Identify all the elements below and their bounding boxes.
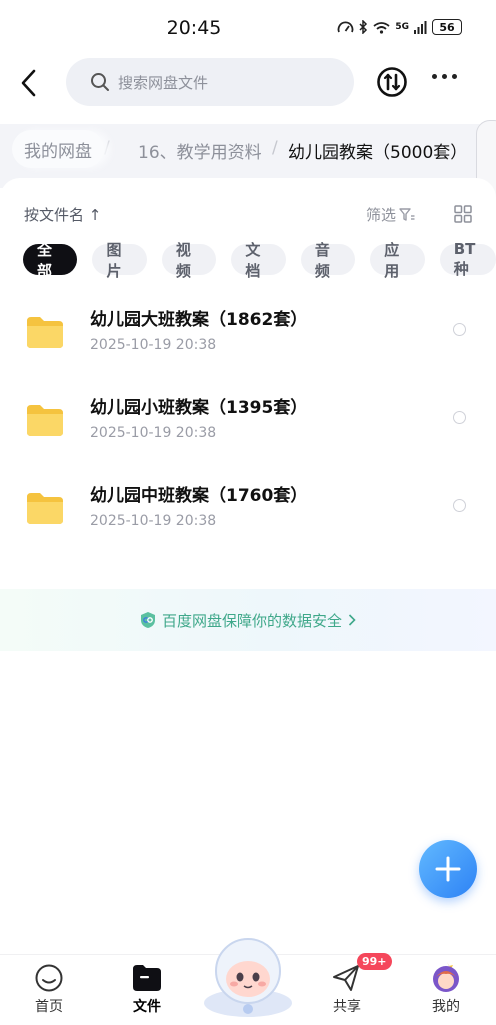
nav-home[interactable] (34, 963, 64, 997)
filter-label: 筛选 (366, 206, 397, 224)
search-input[interactable]: 搜索网盘文件 (66, 58, 354, 106)
more-dot (452, 74, 457, 79)
bluetooth-icon (359, 20, 368, 34)
chip-videos[interactable]: 视频 (161, 241, 217, 280)
more-dot (432, 74, 437, 79)
home-icon (35, 964, 63, 992)
file-row[interactable]: 幼儿园中班教案（1760套） 2025-10-19 20:38 (0, 469, 496, 557)
nav-share[interactable] (331, 963, 361, 997)
chip-images[interactable]: 图片 (92, 241, 147, 280)
status-icons: 5G 56 (337, 19, 462, 35)
battery-icon: 56 (432, 19, 462, 35)
back-button[interactable] (16, 66, 44, 100)
transfer-icon (377, 67, 407, 97)
shield-icon (140, 612, 155, 628)
file-row[interactable]: 幼儿园小班教案（1395套） 2025-10-19 20:38 (0, 381, 496, 469)
status-time: 20:45 (166, 17, 222, 39)
send-icon (333, 965, 359, 991)
nav-mascot[interactable] (200, 929, 296, 1023)
safety-banner-text: 百度网盘保障你的数据安全 (161, 611, 342, 630)
folder-icon (133, 965, 161, 991)
add-button[interactable] (419, 840, 477, 898)
filter-icon (399, 207, 415, 221)
chip-documents[interactable]: 文档 (231, 241, 286, 280)
plus-icon (435, 856, 461, 882)
nav-home-label[interactable]: 首页 (19, 996, 79, 1016)
breadcrumb-separator: / (104, 138, 110, 158)
speed-icon (337, 21, 354, 33)
file-name: 幼儿园大班教案（1862套） (90, 310, 308, 330)
folder-icon (27, 317, 63, 348)
select-checkbox[interactable] (453, 411, 466, 424)
bottom-nav: 首页 文件 共享 我的 (0, 938, 496, 1025)
folder-icon (27, 493, 63, 524)
more-dot (442, 74, 447, 79)
grid-icon (454, 205, 472, 223)
chip-audio[interactable]: 音频 (300, 241, 356, 280)
astronaut-mascot-icon (204, 938, 292, 1017)
wifi-icon (373, 21, 390, 34)
chip-apps[interactable]: 应用 (370, 241, 425, 280)
file-row[interactable]: 幼儿园大班教案（1862套） 2025-10-19 20:38 (0, 293, 496, 381)
select-checkbox[interactable] (453, 499, 466, 512)
filter-button[interactable]: 筛选 (366, 204, 415, 225)
file-date: 2025-10-19 20:38 (90, 513, 217, 529)
search-placeholder: 搜索网盘文件 (118, 73, 209, 92)
nav-me-label[interactable]: 我的 (416, 996, 476, 1016)
chevron-right-icon (348, 614, 356, 626)
file-date: 2025-10-19 20:38 (90, 425, 217, 441)
safety-banner[interactable]: 百度网盘保障你的数据安全 (0, 589, 496, 651)
file-date: 2025-10-19 20:38 (90, 337, 217, 353)
more-button[interactable] (432, 74, 457, 79)
chip-bt[interactable]: BT种 (439, 240, 496, 278)
share-badge: 99+ (357, 953, 392, 970)
transfer-button[interactable] (376, 66, 408, 98)
sort-button[interactable]: 按文件名 ↑ (24, 204, 101, 225)
signal-icon (414, 20, 427, 34)
select-checkbox[interactable] (453, 323, 466, 336)
breadcrumb-root[interactable]: 我的网盘 (12, 130, 104, 168)
nav-files-label[interactable]: 文件 (117, 996, 177, 1016)
filter-chips: 全部 图片 视频 文档 音频 应用 BT种 (23, 240, 496, 280)
nav-files[interactable] (132, 964, 162, 996)
grid-view-button[interactable] (454, 205, 472, 227)
nav-share-label[interactable]: 共享 (317, 996, 377, 1016)
breadcrumb-item-current: 幼儿园教案（5000套） (288, 143, 468, 163)
search-icon (91, 73, 109, 91)
file-name: 幼儿园小班教案（1395套） (90, 398, 308, 418)
chevron-left-icon (21, 69, 36, 97)
network-label: 5G (395, 22, 409, 32)
file-name: 幼儿园中班教案（1760套） (90, 486, 308, 506)
breadcrumb-item-teaching[interactable]: 16、教学用资料 (138, 138, 262, 163)
breadcrumb-separator: / (272, 138, 278, 158)
avatar-icon (433, 962, 459, 992)
nav-me[interactable] (431, 961, 461, 997)
chip-all[interactable]: 全部 (23, 241, 78, 280)
folder-icon (27, 405, 63, 436)
